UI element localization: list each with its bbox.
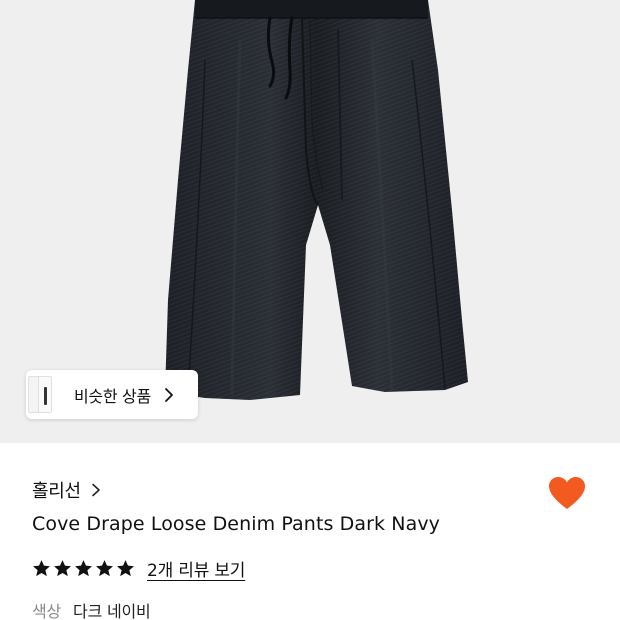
rating-row: 2개 리뷰 보기	[32, 554, 245, 582]
similar-items-thumbnails	[26, 370, 56, 419]
brand-name: 홀리선	[32, 481, 81, 502]
chevron-right-icon	[164, 387, 173, 402]
similar-item-thumbnail	[38, 376, 52, 413]
similar-items-label: 비슷한 상품	[74, 386, 151, 406]
chevron-right-icon	[91, 483, 100, 497]
color-label: 색상	[32, 602, 62, 620]
star-icon	[96, 559, 113, 576]
similar-items-button[interactable]: 비슷한 상품	[26, 370, 198, 419]
product-name: Cove Drape Loose Denim Pants Dark Navy	[32, 513, 441, 535]
view-reviews-link[interactable]: 2개 리뷰 보기	[147, 556, 245, 581]
heart-icon[interactable]	[547, 474, 587, 514]
color-value: 다크 네이비	[73, 602, 151, 620]
product-image-area[interactable]: 비슷한 상품	[0, 0, 620, 443]
star-icon	[117, 559, 134, 576]
star-icon	[33, 559, 50, 576]
brand-link[interactable]: 홀리선	[32, 476, 102, 504]
star-rating	[32, 559, 135, 578]
star-icon	[75, 559, 92, 576]
color-info: 색상 다크 네이비	[32, 598, 151, 620]
star-icon	[54, 559, 71, 576]
